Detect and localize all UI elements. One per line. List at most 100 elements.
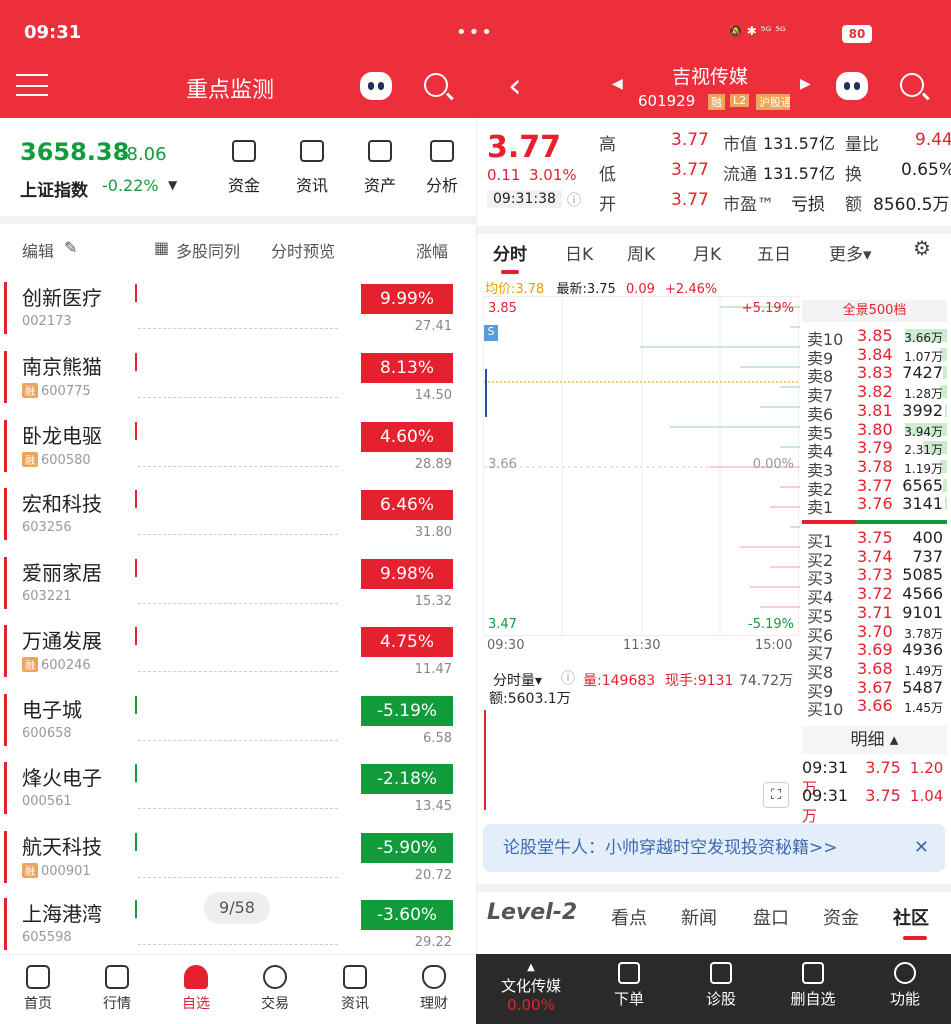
bid-row[interactable]: 买7 3.69 4936 bbox=[802, 640, 947, 663]
tab-more[interactable]: 更多▾ bbox=[829, 240, 872, 265]
nav-news[interactable]: 资讯 bbox=[325, 965, 385, 1013]
order-book-header[interactable]: 全景500档 bbox=[802, 300, 947, 322]
index-value[interactable]: 3658.38 bbox=[20, 138, 129, 166]
mini-chart bbox=[135, 422, 137, 440]
sort-by-pct[interactable]: 涨幅 bbox=[416, 238, 448, 262]
tab-weekly[interactable]: 周K bbox=[627, 240, 655, 265]
promo-banner[interactable]: 论股堂牛人：小帅穿越时空发现投资秘籍>> ✕ bbox=[483, 824, 945, 872]
open-value: 3.77 bbox=[671, 190, 709, 210]
multi-stock-button[interactable]: 多股同列 bbox=[176, 238, 240, 262]
trade-detail-header[interactable]: 明细 ▴ bbox=[802, 726, 947, 754]
settings-icon[interactable]: ⚙ bbox=[913, 236, 931, 260]
tab-news[interactable]: 新闻 bbox=[681, 904, 717, 930]
index-dropdown-icon[interactable]: ▼ bbox=[168, 178, 177, 192]
level-price: 3.78 bbox=[857, 456, 893, 476]
stock-action-bar: ▲ 文化传媒 0.00% 下单 诊股 删自选 功能 bbox=[476, 954, 951, 1024]
table-row[interactable]: 万通发展 融 600246 4.75% 11.47 bbox=[0, 617, 476, 685]
ask-row[interactable]: 卖6 3.81 3992 bbox=[802, 401, 947, 424]
level-price: 3.70 bbox=[857, 621, 893, 641]
nav-watchlist[interactable]: 自选 bbox=[166, 965, 226, 1013]
ask-row[interactable]: 卖1 3.76 3141 bbox=[802, 494, 947, 517]
level-price: 3.77 bbox=[857, 475, 893, 495]
level-volume: 3.66万 bbox=[904, 331, 943, 345]
robot-assistant-icon-right[interactable] bbox=[836, 72, 868, 100]
table-row[interactable]: 宏和科技 603256 6.46% 31.80 bbox=[0, 480, 476, 548]
tool-news[interactable]: 资讯 bbox=[282, 140, 342, 196]
prev-stock-icon[interactable]: ◀ bbox=[612, 76, 623, 92]
tab-funds[interactable]: 资金 bbox=[823, 904, 859, 930]
tab-daily[interactable]: 日K bbox=[565, 240, 593, 265]
bid-row[interactable]: 买8 3.68 1.49万 bbox=[802, 659, 947, 682]
ask-row[interactable]: 卖9 3.84 1.07万 bbox=[802, 345, 947, 368]
order-button[interactable]: 下单 bbox=[594, 962, 664, 1009]
tool-assets[interactable]: 资产 bbox=[350, 140, 410, 196]
table-row[interactable]: 烽火电子 000561 -2.18% 13.45 bbox=[0, 754, 476, 822]
help-icon[interactable]: ⓘ bbox=[561, 668, 575, 688]
ask-row[interactable]: 卖3 3.78 1.19万 bbox=[802, 456, 947, 480]
info-icon[interactable]: ⓘ bbox=[567, 190, 581, 210]
function-button[interactable]: 功能 bbox=[870, 962, 940, 1009]
tab-level2[interactable]: Level-2 bbox=[487, 900, 577, 925]
bid-row[interactable]: 买10 3.66 1.45万 bbox=[802, 696, 947, 719]
tab-order-panel[interactable]: 盘口 bbox=[753, 904, 789, 930]
search-icon[interactable] bbox=[424, 73, 448, 97]
remove-watch-button[interactable]: 删自选 bbox=[778, 962, 848, 1009]
diagnose-button[interactable]: 诊股 bbox=[686, 962, 756, 1009]
tab-five-day[interactable]: 五日 bbox=[757, 240, 791, 265]
ask-row[interactable]: 卖5 3.80 3.94万 bbox=[802, 420, 947, 443]
table-row[interactable]: 航天科技 融 000901 -5.90% 20.72 bbox=[0, 823, 476, 891]
signal-marker[interactable]: S bbox=[484, 325, 498, 341]
bid-row[interactable]: 买4 3.72 4566 bbox=[802, 584, 947, 607]
table-row[interactable]: 电子城 600658 -5.19% 6.58 bbox=[0, 686, 476, 754]
change-badge: 8.13% bbox=[361, 353, 453, 383]
table-row[interactable]: 南京熊猫 融 600775 8.13% 14.50 bbox=[0, 343, 476, 411]
close-icon[interactable]: ✕ bbox=[914, 824, 929, 872]
next-stock-icon[interactable]: ▶ bbox=[800, 76, 811, 92]
nav-market[interactable]: 行情 bbox=[87, 965, 147, 1013]
tab-intraday[interactable]: 分时 bbox=[493, 240, 527, 274]
ask-row[interactable]: 卖8 3.83 7427 bbox=[802, 363, 947, 386]
back-icon[interactable]: ‹ bbox=[508, 66, 522, 106]
stock-code: 融 600580 bbox=[22, 452, 91, 468]
bid-row[interactable]: 买5 3.71 9101 bbox=[802, 603, 947, 626]
ask-row[interactable]: 卖7 3.82 1.28万 bbox=[802, 382, 947, 405]
y-top-label: 3.85 bbox=[488, 301, 517, 316]
table-row[interactable]: 创新医疗 002173 9.99% 27.41 bbox=[0, 274, 476, 342]
expand-icon[interactable]: ⛶ bbox=[763, 782, 789, 808]
ask-row[interactable]: 卖4 3.79 2.31万 bbox=[802, 438, 947, 461]
volume-mode-select[interactable]: 分时量▾ bbox=[493, 670, 542, 690]
sector-button[interactable]: ▲ 文化传媒 0.00% bbox=[486, 962, 576, 1014]
bid-row[interactable]: 买2 3.74 737 bbox=[802, 547, 947, 570]
volume-bar bbox=[944, 403, 947, 417]
tool-fund[interactable]: 资金 bbox=[214, 140, 274, 196]
preview-toggle[interactable]: 分时预览 bbox=[271, 238, 335, 262]
nav-home[interactable]: 首页 bbox=[8, 965, 68, 1013]
tab-highlights[interactable]: 看点 bbox=[611, 904, 647, 930]
level-volume: 3.94万 bbox=[904, 424, 943, 439]
intraday-chart[interactable]: 3.85 3.66 3.47 +5.19% 0.00% -5.19% S bbox=[483, 296, 800, 637]
level-price: 3.73 bbox=[857, 565, 893, 585]
tab-community[interactable]: 社区 bbox=[893, 904, 929, 930]
index-name[interactable]: 上证指数 bbox=[20, 176, 88, 201]
tab-monthly[interactable]: 月K bbox=[693, 240, 721, 265]
bid-row[interactable]: 买3 3.73 5085 bbox=[802, 565, 947, 588]
robot-assistant-icon[interactable] bbox=[360, 72, 392, 100]
ask-row[interactable]: 卖2 3.77 6565 bbox=[802, 475, 947, 499]
banner-text: 论股堂牛人：小帅穿越时空发现投资秘籍>> bbox=[503, 838, 838, 858]
bid-row[interactable]: 买6 3.70 3.78万 bbox=[802, 621, 947, 645]
volume-bar bbox=[484, 710, 486, 810]
edit-button[interactable]: 编辑 bbox=[22, 238, 54, 262]
nav-wealth[interactable]: 理财 bbox=[404, 965, 464, 1013]
menu-icon[interactable] bbox=[16, 74, 48, 96]
diagnose-icon bbox=[710, 962, 732, 984]
table-row[interactable]: 卧龙电驱 融 600580 4.60% 28.89 bbox=[0, 412, 476, 480]
tool-analysis[interactable]: 分析 bbox=[416, 140, 468, 196]
table-row[interactable]: 爱丽家居 603221 9.98% 15.32 bbox=[0, 549, 476, 617]
nav-trade[interactable]: 交易 bbox=[245, 965, 305, 1013]
bid-row[interactable]: 买1 3.75 400 bbox=[802, 528, 947, 551]
bid-row[interactable]: 买9 3.67 5487 bbox=[802, 678, 947, 701]
chart-legend: 均价:3.78 最新:3.75 0.09 +2.46% bbox=[485, 278, 717, 297]
search-icon-right[interactable] bbox=[900, 73, 924, 97]
edit-pen-icon[interactable]: ✎ bbox=[64, 238, 77, 257]
ask-row[interactable]: 卖10 3.85 3.66万 bbox=[802, 326, 947, 349]
